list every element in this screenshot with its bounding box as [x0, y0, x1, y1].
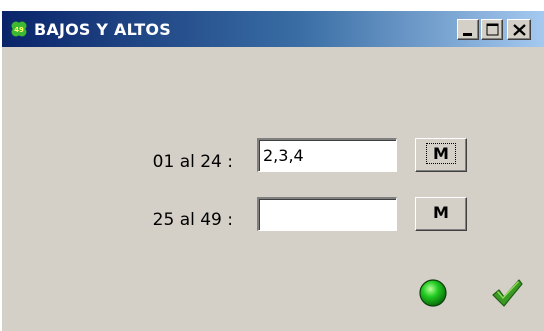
close-button[interactable] [507, 19, 531, 40]
range-label-25-49: 25 al 49 : [152, 210, 233, 230]
clover-49-icon: 49 [10, 20, 28, 38]
dialog-window: 49 BAJOS Y ALTOS 01 al 24 : M 25 al 49 : [0, 10, 544, 331]
svg-text:49: 49 [14, 26, 24, 34]
title-bar[interactable]: 49 BAJOS Y ALTOS [2, 11, 544, 47]
minimize-button[interactable] [457, 19, 479, 40]
green-check-icon[interactable] [490, 275, 524, 309]
minimize-icon [463, 33, 472, 36]
maximize-button[interactable] [481, 19, 503, 40]
maximize-icon [486, 23, 499, 36]
window-title: BAJOS Y ALTOS [34, 20, 171, 39]
m-button-label: M [433, 203, 449, 222]
range-label-01-24: 01 al 24 : [152, 152, 233, 172]
m-button-25-49[interactable]: M [415, 197, 467, 231]
m-button-01-24[interactable]: M [415, 138, 467, 172]
range-input-25-49[interactable] [257, 197, 397, 231]
close-icon [513, 24, 526, 36]
m-button-label: M [426, 143, 456, 164]
green-circle-icon[interactable] [417, 277, 449, 309]
range-input-01-24[interactable] [257, 138, 397, 172]
